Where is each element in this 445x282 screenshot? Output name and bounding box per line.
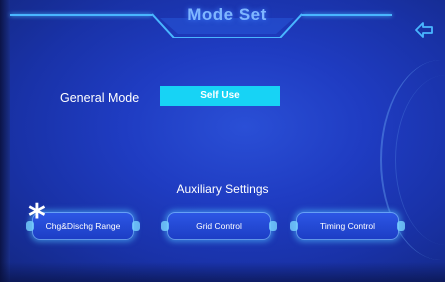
bottom-shade — [0, 262, 445, 282]
page-title: Mode Set — [187, 5, 267, 24]
back-arrow-icon[interactable] — [414, 20, 434, 40]
header-line-right — [302, 14, 392, 16]
general-mode-select[interactable]: Self Use — [160, 86, 280, 106]
auxiliary-settings-title: Auxiliary Settings — [176, 182, 269, 196]
header-line-left — [10, 14, 152, 16]
chg-dischg-range-button[interactable]: Chg&Dischg Range — [26, 212, 140, 240]
asterisk-marker: * — [28, 197, 46, 237]
grid-control-button[interactable]: Grid Control — [161, 212, 277, 240]
left-edge — [0, 0, 10, 282]
mode-set-screen: Mode Set General Mode Self Use Auxiliary… — [0, 0, 445, 282]
timing-control-button[interactable]: Timing Control — [290, 212, 405, 240]
general-mode-label: General Mode — [60, 91, 140, 105]
